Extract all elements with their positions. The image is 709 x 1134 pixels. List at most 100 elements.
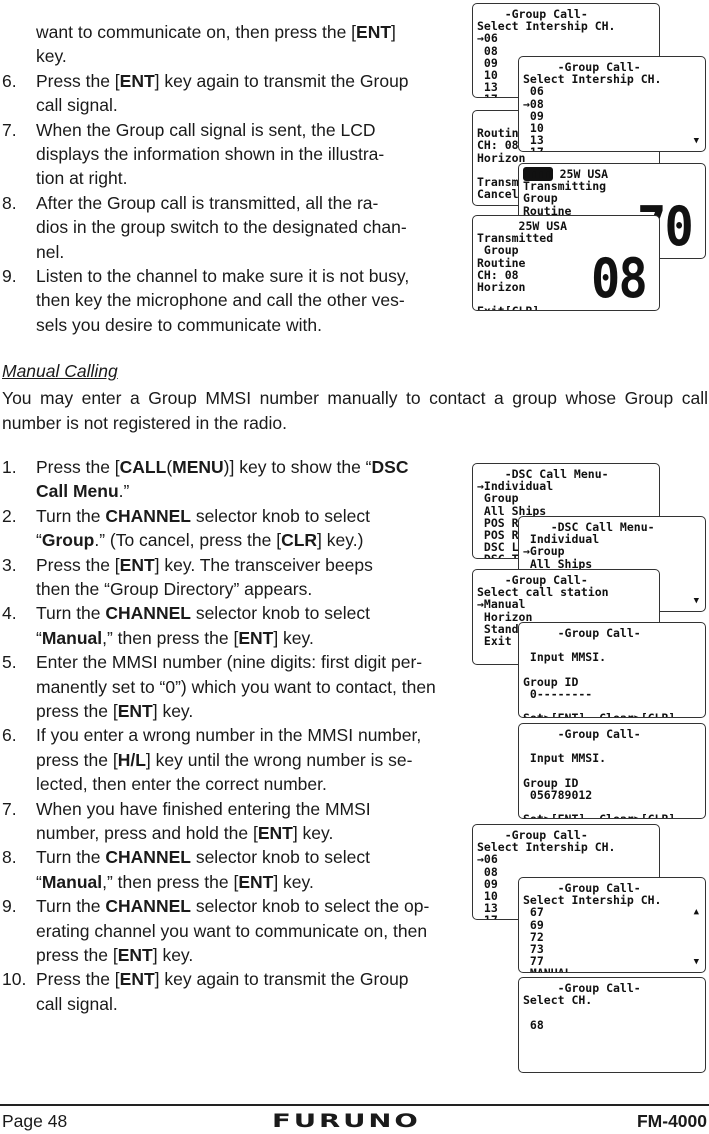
step-number: 8. xyxy=(2,192,17,213)
step-line: call signal. xyxy=(36,993,118,1014)
step-line: erating channel you want to communicate … xyxy=(36,920,428,941)
lcd-row: Set>[ENT], Clear>[CLR] xyxy=(523,813,702,818)
step-line: key. xyxy=(36,46,67,67)
lcd-row: Input MMSI. xyxy=(523,751,607,766)
step-number: 4. xyxy=(2,603,17,624)
lcd-group-call-intership-08: -Group Call- Select Intership CH. 06 →08 0… xyxy=(518,56,706,152)
step-line: sels you desire to communicate with. xyxy=(36,314,322,335)
model-name: FM-4000 xyxy=(636,1111,707,1131)
step-line: If you enter a wrong number in the MMSI … xyxy=(36,725,422,746)
lcd-input-mmsi-filled: -Group Call- Input MMSI. Group ID 0567890… xyxy=(518,723,706,819)
furuno-logo: FURUNO xyxy=(272,1110,421,1132)
step-line: “Manual,” then press the [ENT] key. xyxy=(36,627,314,648)
lcd-row: Select Intership CH. xyxy=(523,72,662,87)
lcd-row: 72 xyxy=(523,929,544,944)
lcd-row xyxy=(523,765,702,777)
lcd-row: →08 xyxy=(523,96,544,111)
lcd-row: →Manual xyxy=(477,597,526,612)
lcd-row: 08 xyxy=(477,43,498,58)
lcd-row: 67 xyxy=(523,905,544,920)
lcd-row: Set>[ENT], Clear>[CLR] xyxy=(523,712,702,717)
lcd-row: Select Intership CH. xyxy=(477,19,616,34)
section-intro: You may enter a Group MMSI number manual… xyxy=(2,388,708,433)
step-number: 7. xyxy=(2,119,17,140)
step-line: Turn the CHANNEL selector knob to select xyxy=(36,603,370,624)
step-line: dios in the group switch to the designat… xyxy=(36,217,407,238)
page-number: Page 48 xyxy=(2,1111,68,1131)
step-number: 6. xyxy=(2,70,17,91)
step-line: Turn the CHANNEL selector knob to select xyxy=(36,505,370,526)
lcd-row: Select Intership CH. xyxy=(477,840,616,855)
lcd-row: 09 xyxy=(523,108,544,123)
lcd-row: 13 xyxy=(523,133,544,148)
step-line: Enter the MMSI number (nine digits: firs… xyxy=(36,652,423,673)
step-line: displays the information shown in the il… xyxy=(36,144,385,164)
lcd-row xyxy=(523,1006,702,1018)
step-line: “Group.” (To cancel, press the [CLR] key… xyxy=(36,530,364,551)
scroll-down-icon: ▼ xyxy=(693,956,699,967)
lcd-row: →06 xyxy=(477,852,498,867)
step-line: After the Group call is transmitted, all… xyxy=(36,192,379,213)
step-line: want to communicate on, then press the [… xyxy=(36,22,396,42)
lcd-row: 68 xyxy=(523,1017,544,1032)
step-number: 7. xyxy=(2,798,17,819)
step-line: then the “Group Directory” appears. xyxy=(36,579,313,599)
step-line: press the [H/L] key until the wrong numb… xyxy=(36,749,413,770)
step-number: 5. xyxy=(2,652,17,673)
lcd-row: →06 xyxy=(477,31,498,46)
step-line: call signal. xyxy=(36,95,118,116)
step-number: 10. xyxy=(2,969,27,990)
lcd-row: 0-------- xyxy=(523,686,593,701)
step-line: When you have finished entering the MMSI xyxy=(36,798,371,819)
step-line: lected, then enter the correct number. xyxy=(36,774,327,795)
lcd-row xyxy=(523,664,702,676)
lcd-row: 17 xyxy=(523,146,702,151)
lcd-row: 10 xyxy=(523,120,544,135)
step-line: When the Group call signal is sent, the … xyxy=(36,119,376,140)
step-line: Press the [ENT] key again to transmit th… xyxy=(36,70,409,91)
step-number: 9. xyxy=(2,896,17,917)
step-line: press the [ENT] key. xyxy=(36,945,194,965)
step-line: Press the [CALL(MENU)] key to show the “… xyxy=(36,457,409,477)
lcd-transmitted: 25W USA Transmitted Group Routine CH: 08 Hor… xyxy=(472,215,660,311)
step-number: 6. xyxy=(2,725,17,746)
lcd-row: 06 xyxy=(523,84,544,99)
section-heading: Manual Calling xyxy=(2,361,118,381)
step-line: Turn the CHANNEL selector knob to select… xyxy=(36,896,430,917)
footer-rule xyxy=(0,1104,709,1106)
step-number: 9. xyxy=(2,266,17,286)
lcd-row: Horizon xyxy=(477,609,533,624)
lcd-row: -Group Call- xyxy=(523,626,641,640)
lcd-group-call-intership-manual-select: -Group Call- Select Intership CH. 67 69 7… xyxy=(518,877,706,973)
step-line: Turn the CHANNEL selector knob to select xyxy=(36,847,370,868)
lcd-row: All Ships xyxy=(523,556,593,571)
step-line: press the [ENT] key. xyxy=(36,701,194,721)
lcd-group-call-select-ch: -Group Call- Select CH. 68 xyxy=(518,977,706,1073)
step-line: then key the microphone and call the oth… xyxy=(36,290,405,311)
lcd-row: Group xyxy=(477,491,519,506)
lcd-row: →Group xyxy=(523,544,565,559)
step-number: 1. xyxy=(2,457,17,477)
step-number: 3. xyxy=(2,554,17,575)
lcd-row: -Group Call- xyxy=(523,727,641,741)
step-line: tion at right. xyxy=(36,168,128,189)
scroll-up-icon: ▲ xyxy=(693,907,699,917)
step-line: manently set to “0”) which you want to c… xyxy=(36,676,436,697)
scroll-down-icon: ▼ xyxy=(693,595,699,606)
lcd-row: 73 xyxy=(523,941,544,956)
lcd-row: Horizon xyxy=(477,150,526,165)
lcd-row: 056789012 xyxy=(523,787,593,802)
step-line: “Manual,” then press the [ENT] key. xyxy=(36,871,314,892)
lcd-row: Select Intership CH. xyxy=(523,893,662,908)
step-number: 2. xyxy=(2,505,17,526)
lcd-row: 08 xyxy=(477,864,498,879)
step-line: Listen to the channel to make sure it is… xyxy=(36,266,410,286)
lcd-row: Select CH. xyxy=(523,993,593,1008)
lcd-input-mmsi-empty: -Group Call- Input MMSI. Group ID 0------… xyxy=(518,622,706,718)
step-line: Press the [ENT] key. The transceiver bee… xyxy=(36,554,373,575)
step-line: nel. xyxy=(36,241,65,262)
step-number: 8. xyxy=(2,847,17,868)
lcd-row: All Ships xyxy=(477,503,547,518)
lcd-row: →MANUAL xyxy=(523,967,702,972)
step-line: Call Menu.” xyxy=(36,481,130,502)
